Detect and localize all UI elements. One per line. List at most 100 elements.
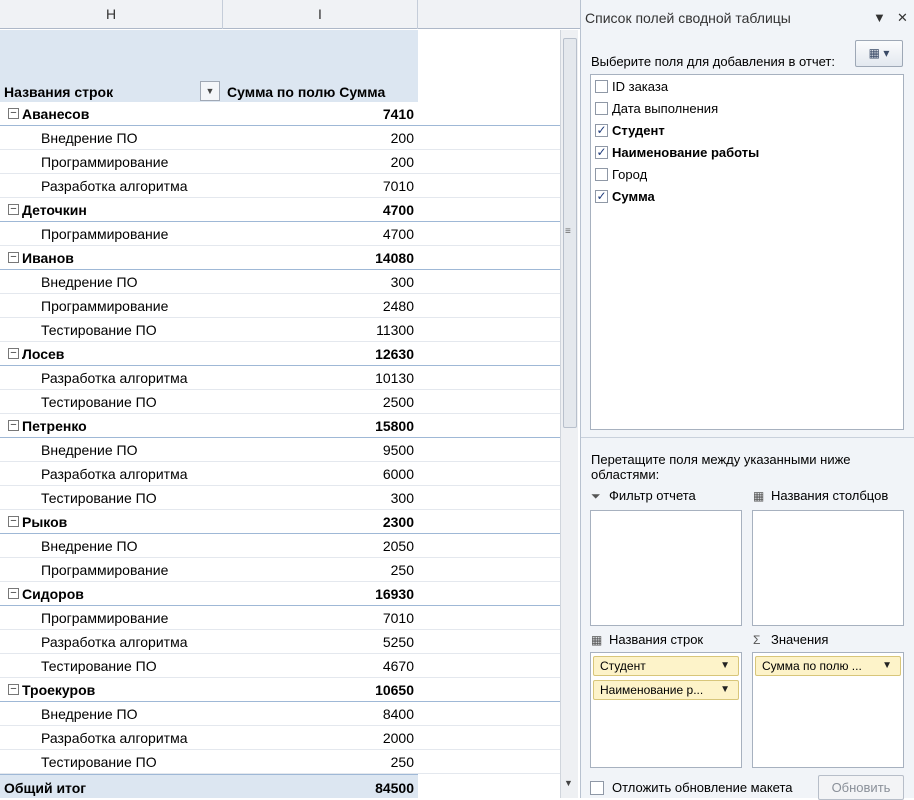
- item-value: 250: [390, 754, 414, 770]
- column-labels-area[interactable]: [752, 510, 904, 626]
- item-name: Тестирование ПО: [41, 658, 157, 674]
- close-icon[interactable]: ✕: [897, 10, 908, 26]
- defer-update-label: Отложить обновление макета: [612, 780, 793, 795]
- group-total: 10650: [375, 682, 414, 698]
- item-row[interactable]: Тестирование ПО 250: [0, 750, 560, 774]
- values-area[interactable]: Сумма по полю ... ▼: [752, 652, 904, 768]
- chevron-down-icon[interactable]: ▼: [720, 657, 730, 675]
- item-row[interactable]: Программирование 200: [0, 150, 560, 174]
- group-row[interactable]: − Петренко 15800: [0, 414, 560, 438]
- item-value: 4670: [382, 658, 414, 674]
- field-checkbox[interactable]: [595, 168, 608, 181]
- report-filter-title: ⏷ Фильтр отчета: [591, 488, 696, 504]
- chevron-down-icon[interactable]: ▼: [720, 681, 730, 699]
- row-labels-area[interactable]: Студент ▼ Наименование р... ▼: [590, 652, 742, 768]
- item-name: Разработка алгоритма: [41, 634, 188, 650]
- field-name: ID заказа: [612, 79, 669, 94]
- value-field-chip-sum[interactable]: Сумма по полю ... ▼: [755, 656, 901, 676]
- scroll-down-arrow-icon[interactable]: ▼: [564, 778, 573, 788]
- item-row[interactable]: Внедрение ПО 9500: [0, 438, 560, 462]
- item-row[interactable]: Внедрение ПО 8400: [0, 702, 560, 726]
- field-checkbox[interactable]: [595, 80, 608, 93]
- pivot-rows: − Аванесов 7410 Внедрение ПО 200 Программиров…: [0, 102, 560, 774]
- item-row[interactable]: Тестирование ПО 2500: [0, 390, 560, 414]
- field-layout-button[interactable]: ▦ ▾: [855, 40, 903, 67]
- chevron-down-icon[interactable]: ▼: [882, 657, 892, 675]
- item-row[interactable]: Программирование 7010: [0, 606, 560, 630]
- row-labels-header[interactable]: Названия строк: [4, 84, 113, 100]
- item-value: 2050: [382, 538, 414, 554]
- group-row[interactable]: − Рыков 2300: [0, 510, 560, 534]
- group-row[interactable]: − Лосев 12630: [0, 342, 560, 366]
- item-value: 9500: [382, 442, 414, 458]
- layout-icon: ▦ ▾: [868, 46, 890, 60]
- pane-title: Список полей сводной таблицы: [585, 10, 791, 26]
- field-checkbox[interactable]: [595, 102, 608, 115]
- group-name: Сидоров: [22, 586, 84, 602]
- group-total: 12630: [375, 346, 414, 362]
- group-name: Лосев: [22, 346, 65, 362]
- item-value: 7010: [382, 610, 414, 626]
- item-row[interactable]: Разработка алгоритма 5250: [0, 630, 560, 654]
- item-row[interactable]: Тестирование ПО 4670: [0, 654, 560, 678]
- item-row[interactable]: Тестирование ПО 300: [0, 486, 560, 510]
- item-value: 250: [390, 562, 414, 578]
- defer-update-checkbox[interactable]: [590, 781, 604, 795]
- item-name: Программирование: [41, 154, 169, 170]
- column-header-empty[interactable]: [418, 0, 560, 29]
- item-value: 10130: [375, 370, 414, 386]
- scrollbar-grip-icon: ≡: [565, 226, 571, 237]
- item-row[interactable]: Внедрение ПО 200: [0, 126, 560, 150]
- field-name: Студент: [612, 123, 665, 138]
- item-row[interactable]: Внедрение ПО 2050: [0, 534, 560, 558]
- field-checkbox[interactable]: ✓: [595, 124, 608, 137]
- row-field-chip-work-name[interactable]: Наименование р... ▼: [593, 680, 739, 700]
- group-row[interactable]: − Иванов 14080: [0, 246, 560, 270]
- item-row[interactable]: Разработка алгоритма 7010: [0, 174, 560, 198]
- item-value: 300: [390, 490, 414, 506]
- item-name: Программирование: [41, 298, 169, 314]
- item-row[interactable]: Разработка алгоритма 2000: [0, 726, 560, 750]
- vertical-scrollbar[interactable]: ≡ ▼: [560, 30, 578, 798]
- item-row[interactable]: Внедрение ПО 300: [0, 270, 560, 294]
- field-checkbox[interactable]: ✓: [595, 190, 608, 203]
- row-labels-filter-dropdown-icon[interactable]: ▼: [200, 81, 220, 101]
- column-header-i[interactable]: I: [223, 0, 418, 29]
- item-value: 200: [390, 130, 414, 146]
- item-row[interactable]: Программирование 250: [0, 558, 560, 582]
- item-value: 7010: [382, 178, 414, 194]
- chip-label: Сумма по полю ...: [762, 659, 862, 673]
- item-row[interactable]: Разработка алгоритма 10130: [0, 366, 560, 390]
- pane-options-dropdown-icon[interactable]: ▼: [873, 10, 886, 25]
- group-total: 4700: [382, 202, 414, 218]
- row-field-chip-student[interactable]: Студент ▼: [593, 656, 739, 676]
- group-row[interactable]: − Деточкин 4700: [0, 198, 560, 222]
- item-row[interactable]: Программирование 4700: [0, 222, 560, 246]
- defer-update-option[interactable]: Отложить обновление макета: [590, 780, 793, 795]
- item-row[interactable]: Программирование 2480: [0, 294, 560, 318]
- pane-divider[interactable]: [581, 437, 914, 438]
- grand-total-row[interactable]: Общий итог 84500: [0, 774, 418, 798]
- group-row[interactable]: − Сидоров 16930: [0, 582, 560, 606]
- field-name: Наименование работы: [612, 145, 760, 160]
- item-name: Внедрение ПО: [41, 706, 138, 722]
- group-name: Петренко: [22, 418, 87, 434]
- group-row[interactable]: − Троекуров 10650: [0, 678, 560, 702]
- field-checkbox[interactable]: ✓: [595, 146, 608, 159]
- group-name: Троекуров: [22, 682, 96, 698]
- item-value: 11300: [376, 322, 414, 338]
- sum-field-header[interactable]: Сумма по полю Сумма: [227, 84, 385, 100]
- column-header-h[interactable]: H: [0, 0, 223, 29]
- group-row[interactable]: − Аванесов 7410: [0, 102, 560, 126]
- report-filter-area[interactable]: [590, 510, 742, 626]
- update-button[interactable]: Обновить: [818, 775, 904, 800]
- column-labels-label: Названия столбцов: [771, 488, 889, 503]
- values-title: Σ Значения: [753, 632, 828, 647]
- values-label: Значения: [771, 632, 829, 647]
- drag-fields-label: Перетащите поля между указанными ниже об…: [591, 452, 851, 482]
- field-name: Сумма: [612, 189, 655, 204]
- item-row[interactable]: Тестирование ПО 11300: [0, 318, 560, 342]
- field-name: Город: [612, 167, 648, 182]
- item-row[interactable]: Разработка алгоритма 6000: [0, 462, 560, 486]
- item-value: 2500: [382, 394, 414, 410]
